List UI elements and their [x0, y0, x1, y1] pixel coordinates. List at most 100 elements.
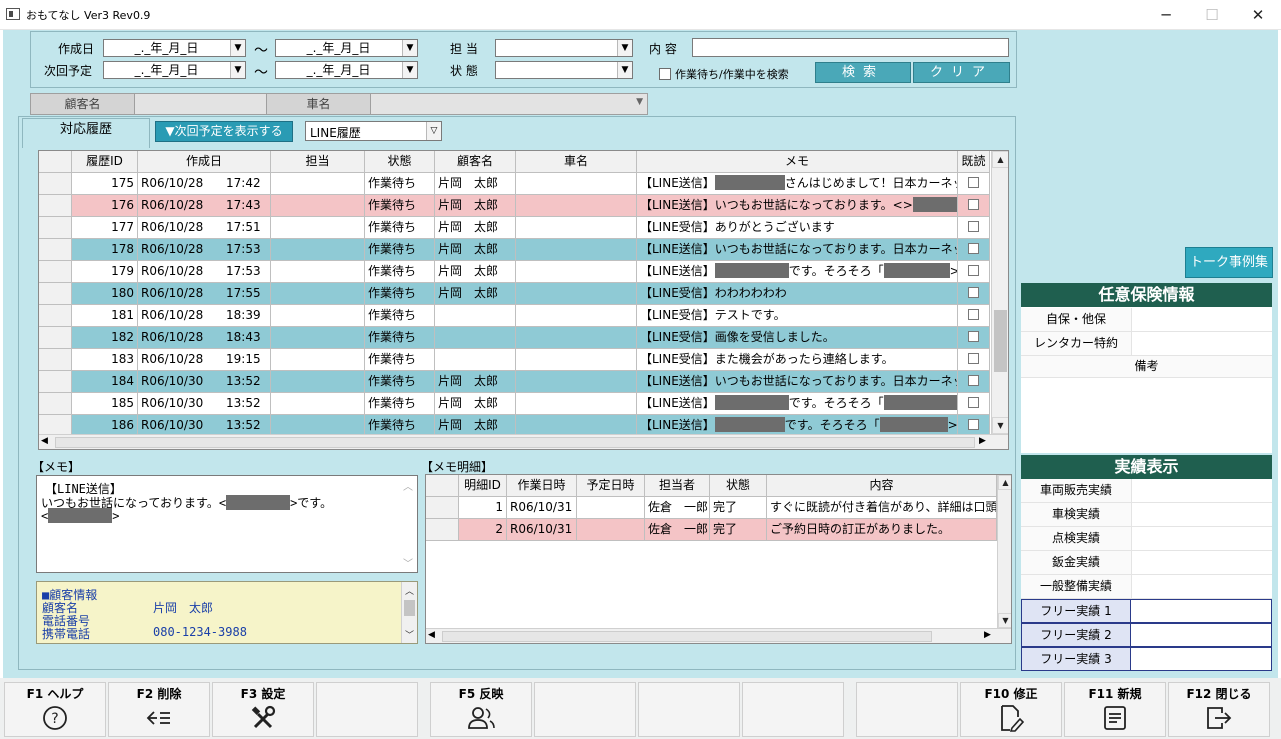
car-name-select[interactable]: ▼ [371, 94, 647, 114]
col-detail-content[interactable]: 内容 [767, 475, 997, 497]
f2-delete-button[interactable]: F2 削除 [108, 682, 210, 737]
read-checkbox[interactable] [968, 375, 979, 386]
col-detail-status[interactable]: 状態 [710, 475, 767, 497]
scroll-up-icon[interactable]: ▲ [998, 475, 1011, 490]
result-value[interactable] [1131, 527, 1272, 551]
col-customer[interactable]: 顧客名 [435, 151, 516, 173]
col-memo[interactable]: メモ [637, 151, 958, 173]
horizontal-scroll-thumb[interactable] [442, 631, 932, 642]
minimize-button[interactable]: ─ [1143, 0, 1189, 30]
history-row[interactable]: 176 R06/10/28 17:43 作業待ち 片岡 太郎 【LINE送信】いつもお世話… [39, 195, 990, 217]
f7-blank-button[interactable] [638, 682, 740, 737]
history-row[interactable]: 182 R06/10/28 18:43 作業待ち 【LINE受信】画像を受信しました。 [39, 327, 990, 349]
tab-history[interactable]: 対応履歴 [22, 118, 150, 148]
horizontal-scroll-thumb[interactable] [55, 437, 975, 448]
history-row[interactable]: 178 R06/10/28 17:53 作業待ち 片岡 太郎 【LINE送信】いつもお世話… [39, 239, 990, 261]
f3-settings-button[interactable]: F3 設定 [212, 682, 314, 737]
col-staff-person[interactable]: 担当者 [645, 475, 710, 497]
f12-close-button[interactable]: F12 閉じる [1168, 682, 1270, 737]
detail-vertical-scrollbar[interactable]: ▲ ▼ [997, 475, 1011, 628]
f9-blank-button[interactable] [856, 682, 958, 737]
col-detail-id[interactable]: 明細ID [459, 475, 507, 497]
history-type-select[interactable]: LINE履歴 ▽ [305, 121, 442, 141]
detail-row[interactable]: 2 R06/10/31 佐倉 一郎 完了 ご予約日時の訂正がありました。 [426, 519, 997, 541]
read-checkbox[interactable] [968, 265, 979, 276]
scroll-thumb[interactable] [994, 310, 1007, 372]
result-value[interactable] [1131, 623, 1272, 647]
f11-new-button[interactable]: F11 新規 [1064, 682, 1166, 737]
history-row[interactable]: 179 R06/10/28 17:53 作業待ち 片岡 太郎 【LINE送信】 です。そろそ… [39, 261, 990, 283]
self-insurance-value[interactable] [1131, 308, 1272, 332]
waiting-checkbox[interactable] [659, 68, 671, 80]
clear-button[interactable]: クリア [913, 62, 1010, 83]
history-vertical-scrollbar[interactable]: ▲ ▼ [991, 151, 1008, 434]
result-value[interactable] [1131, 503, 1272, 527]
talk-examples-button[interactable]: トーク事例集 [1185, 247, 1273, 278]
history-row[interactable]: 183 R06/10/28 19:15 作業待ち 【LINE受信】また機会があったら連絡… [39, 349, 990, 371]
history-horizontal-scrollbar[interactable]: ◀ ▶ [39, 434, 1008, 449]
scroll-up-icon[interactable]: ▲ [992, 151, 1008, 168]
col-created-date[interactable]: 作成日 [138, 151, 271, 173]
col-car[interactable]: 車名 [516, 151, 637, 173]
history-row[interactable]: 185 R06/10/30 13:52 作業待ち 片岡 太郎 【LINE送信】 です。そろそ… [39, 393, 990, 415]
scroll-down-icon[interactable]: ﹀ [403, 555, 413, 570]
next-from-date[interactable]: _._年_月_日 ▼ [103, 61, 246, 79]
read-checkbox[interactable] [968, 221, 979, 232]
f6-blank-button[interactable] [534, 682, 636, 737]
scroll-thumb[interactable] [404, 600, 415, 616]
col-work-date[interactable]: 作業日時 [507, 475, 577, 497]
f1-help-button[interactable]: F1 ヘルプ ? [4, 682, 106, 737]
read-checkbox[interactable] [968, 287, 979, 298]
staff-select[interactable]: ▼ [495, 39, 633, 57]
history-row[interactable]: 181 R06/10/28 18:39 作業待ち 【LINE受信】テストです。 [39, 305, 990, 327]
history-row[interactable]: 177 R06/10/28 17:51 作業待ち 片岡 太郎 【LINE受信】ありがとうご… [39, 217, 990, 239]
read-checkbox[interactable] [968, 397, 979, 408]
insurance-notes-field[interactable] [1021, 378, 1272, 453]
scroll-right-icon[interactable]: ▶ [984, 630, 991, 640]
memo-textarea[interactable]: 【LINE送信】 いつもお世話になっております。< >です。 < > ︿ ﹀ [36, 475, 418, 573]
result-value[interactable] [1131, 575, 1272, 599]
result-value[interactable] [1131, 647, 1272, 671]
status-select[interactable]: ▼ [495, 61, 633, 79]
history-row[interactable]: 180 R06/10/28 17:55 作業待ち 片岡 太郎 【LINE受信】わわわわわわ [39, 283, 990, 305]
col-plan-date[interactable]: 予定日時 [577, 475, 645, 497]
f5-reflect-button[interactable]: F5 反映 [430, 682, 532, 737]
scroll-left-icon[interactable]: ◀ [41, 436, 48, 446]
read-checkbox[interactable] [968, 309, 979, 320]
search-button[interactable]: 検索 [815, 62, 911, 83]
next-to-date[interactable]: _._年_月_日 ▼ [275, 61, 418, 79]
read-checkbox[interactable] [968, 353, 979, 364]
scroll-left-icon[interactable]: ◀ [428, 630, 435, 640]
created-to-date[interactable]: _._年_月_日 ▼ [275, 39, 418, 57]
col-status[interactable]: 状態 [365, 151, 435, 173]
scroll-up-icon[interactable]: ︿ [403, 478, 413, 493]
detail-row[interactable]: 1 R06/10/31 佐倉 一郎 完了 すぐに既読が付き着信があり、詳細は口頭 [426, 497, 997, 519]
col-staff[interactable]: 担当 [271, 151, 365, 173]
scroll-up-icon[interactable]: ︿ [405, 584, 414, 597]
created-from-date[interactable]: _._年_月_日 ▼ [103, 39, 246, 57]
f4-blank-button[interactable] [316, 682, 418, 737]
history-row[interactable]: 175 R06/10/28 17:42 作業待ち 片岡 太郎 【LINE送信】 さんはじめま… [39, 173, 990, 195]
result-value[interactable] [1131, 479, 1272, 503]
f10-edit-button[interactable]: F10 修正 [960, 682, 1062, 737]
history-row[interactable]: 184 R06/10/30 13:52 作業待ち 片岡 太郎 【LINE送信】いつもお世話… [39, 371, 990, 393]
read-checkbox[interactable] [968, 199, 979, 210]
close-window-button[interactable]: ✕ [1235, 0, 1281, 30]
result-value[interactable] [1131, 551, 1272, 575]
content-input[interactable] [692, 38, 1009, 57]
read-checkbox[interactable] [968, 419, 979, 430]
result-value[interactable] [1131, 599, 1272, 623]
scroll-down-icon[interactable]: ▼ [998, 613, 1011, 628]
read-checkbox[interactable] [968, 331, 979, 342]
scroll-down-icon[interactable]: ﹀ [405, 628, 414, 641]
f8-blank-button[interactable] [742, 682, 844, 737]
read-checkbox[interactable] [968, 243, 979, 254]
customer-name-field[interactable] [135, 94, 267, 114]
show-next-plan-button[interactable]: ▼次回予定を表示する [155, 121, 293, 142]
rental-car-value[interactable] [1131, 332, 1272, 356]
col-history-id[interactable]: 履歴ID [72, 151, 138, 173]
col-read[interactable]: 既読 [958, 151, 990, 173]
maximize-button[interactable]: ☐ [1189, 0, 1235, 30]
customer-info-scrollbar[interactable]: ︿ ﹀ [401, 582, 417, 643]
read-checkbox[interactable] [968, 177, 979, 188]
